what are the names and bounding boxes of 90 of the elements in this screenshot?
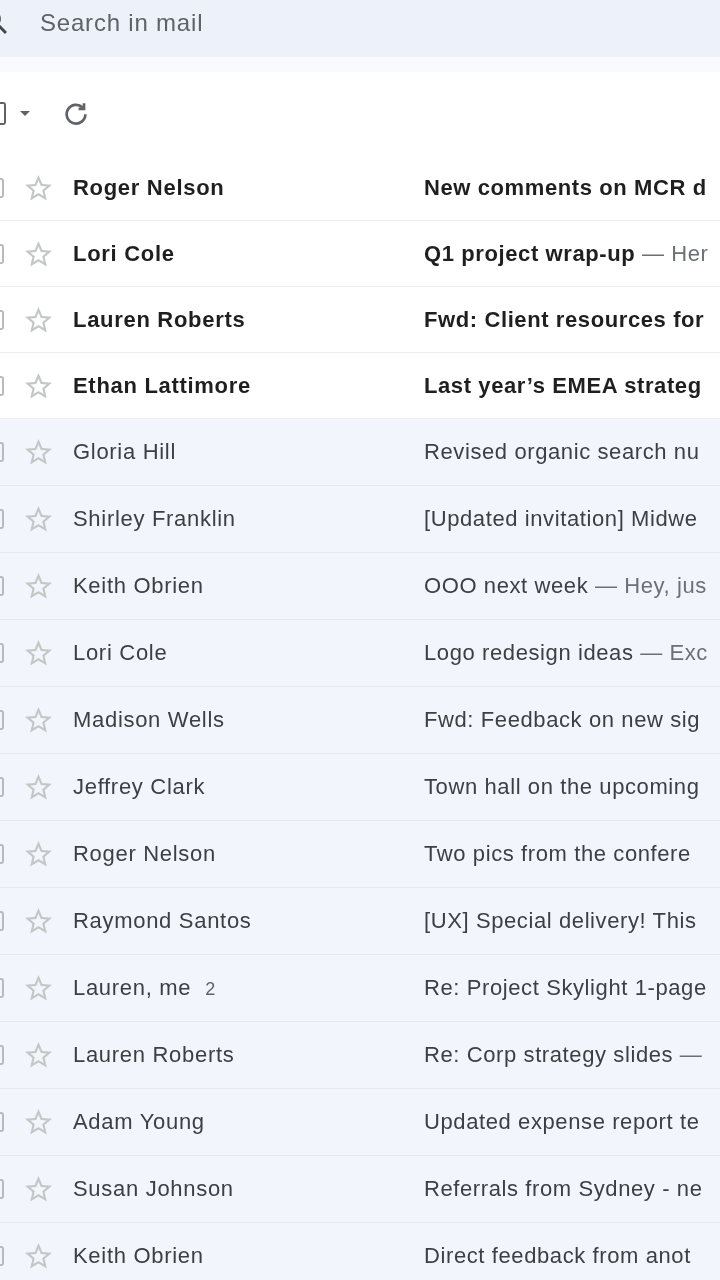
email-subject: [UX] Special delivery! This <box>424 908 697 934</box>
email-subject: OOO next week <box>424 573 589 599</box>
email-snippet: — Hey, jus <box>594 573 707 599</box>
row-checkbox[interactable] <box>0 844 4 864</box>
star-icon[interactable] <box>25 240 52 267</box>
email-subject: Fwd: Client resources for <box>424 306 705 333</box>
star-icon[interactable] <box>25 372 52 399</box>
row-checkbox[interactable] <box>0 309 4 330</box>
email-subject: New comments on MCR d <box>424 174 707 201</box>
email-subject: Fwd: Feedback on new sig <box>424 707 701 733</box>
row-checkbox[interactable] <box>0 1179 4 1199</box>
email-row[interactable]: Adam Young Updated expense report te <box>0 1089 720 1156</box>
row-checkbox[interactable] <box>0 710 4 730</box>
row-checkbox[interactable] <box>0 911 4 931</box>
star-icon[interactable] <box>25 1243 52 1269</box>
star-icon[interactable] <box>25 1176 52 1202</box>
sender-name: Keith Obrien <box>73 573 204 599</box>
star-icon[interactable] <box>25 1109 52 1135</box>
row-checkbox[interactable] <box>0 978 4 998</box>
email-subject: [Updated invitation] Midwe <box>424 506 698 532</box>
sender-name: Lauren Roberts <box>73 1042 235 1068</box>
star-icon[interactable] <box>25 908 52 934</box>
star-icon[interactable] <box>25 506 52 532</box>
star-icon[interactable] <box>25 841 52 867</box>
sender-name: Lori Cole <box>73 240 175 267</box>
message-count: 2 <box>205 979 216 1000</box>
star-icon[interactable] <box>25 439 52 465</box>
refresh-icon[interactable] <box>65 102 87 125</box>
row-checkbox[interactable] <box>0 576 4 596</box>
star-icon[interactable] <box>25 774 52 800</box>
star-icon[interactable] <box>25 573 52 599</box>
email-snippet: — <box>679 1042 703 1068</box>
email-snippet: — Exc <box>640 640 708 666</box>
star-icon[interactable] <box>25 707 52 733</box>
sender-name: Adam Young <box>73 1109 205 1135</box>
sender-name: Ethan Lattimore <box>73 372 251 399</box>
email-subject: Revised organic search nu <box>424 439 700 465</box>
email-row[interactable]: Raymond Santos [UX] Special delivery! This <box>0 888 720 955</box>
email-subject: Logo redesign ideas <box>424 640 634 666</box>
email-row[interactable]: Lori Cole Logo redesign ideas — Exc <box>0 620 720 687</box>
row-checkbox[interactable] <box>0 509 4 529</box>
row-checkbox[interactable] <box>0 1246 4 1266</box>
email-row[interactable]: Roger Nelson Two pics from the confere <box>0 821 720 888</box>
email-subject: Re: Project Skylight 1-page <box>424 975 707 1001</box>
email-subject: Re: Corp strategy slides <box>424 1042 674 1068</box>
sender-name: Roger Nelson <box>73 841 216 867</box>
email-subject: Town hall on the upcoming <box>424 774 700 800</box>
email-subject: Updated expense report te <box>424 1109 700 1135</box>
email-subject: Two pics from the confere <box>424 841 691 867</box>
star-icon[interactable] <box>25 174 52 201</box>
email-row[interactable]: Keith Obrien OOO next week — Hey, jus <box>0 553 720 620</box>
row-checkbox[interactable] <box>0 177 4 198</box>
caret-icon[interactable] <box>20 111 30 116</box>
email-row[interactable]: Jeffrey Clark Town hall on the upcoming <box>0 754 720 821</box>
sender-name: Gloria Hill <box>73 439 177 465</box>
row-checkbox[interactable] <box>0 643 4 663</box>
sender-name: Keith Obrien <box>73 1243 204 1269</box>
sender-name: Shirley Franklin <box>73 506 236 532</box>
email-row[interactable]: Susan Johnson Referrals from Sydney - ne <box>0 1156 720 1223</box>
sender-name: Raymond Santos <box>73 908 252 934</box>
search-field[interactable]: Search in mail <box>0 0 720 57</box>
star-icon[interactable] <box>25 1042 52 1068</box>
email-row[interactable]: Lauren, me 2 Re: Project Skylight 1-page <box>0 955 720 1022</box>
row-checkbox[interactable] <box>0 1045 4 1065</box>
email-subject: Direct feedback from anot <box>424 1243 691 1269</box>
star-icon[interactable] <box>25 306 52 333</box>
email-snippet: — Her <box>641 240 709 267</box>
sender-name: Susan Johnson <box>73 1176 234 1202</box>
sender-name: Lauren Roberts <box>73 306 246 333</box>
email-row[interactable]: Keith Obrien Direct feedback from anot <box>0 1223 720 1280</box>
row-checkbox[interactable] <box>0 442 4 462</box>
sender-name: Roger Nelson <box>73 174 225 201</box>
select-all-checkbox[interactable] <box>0 102 6 125</box>
row-checkbox[interactable] <box>0 375 4 396</box>
sender-name: Lauren, me <box>73 975 192 1001</box>
email-subject: Last year’s EMEA strateg <box>424 372 702 399</box>
email-row[interactable]: Gloria Hill Revised organic search nu <box>0 419 720 486</box>
email-row[interactable]: Madison Wells Fwd: Feedback on new sig <box>0 687 720 754</box>
row-checkbox[interactable] <box>0 777 4 797</box>
sender-name: Madison Wells <box>73 707 225 733</box>
sender-name: Jeffrey Clark <box>73 774 206 800</box>
sender-name: Lori Cole <box>73 640 168 666</box>
email-row[interactable]: Shirley Franklin [Updated invitation] Midwe <box>0 486 720 553</box>
email-row[interactable]: Lauren Roberts Re: Corp strategy slides — <box>0 1022 720 1089</box>
star-icon[interactable] <box>25 640 52 666</box>
email-subject: Q1 project wrap-up <box>424 240 636 267</box>
row-checkbox[interactable] <box>0 1112 4 1132</box>
star-icon[interactable] <box>25 975 52 1001</box>
email-subject: Referrals from Sydney - ne <box>424 1176 703 1202</box>
row-checkbox[interactable] <box>0 243 4 264</box>
